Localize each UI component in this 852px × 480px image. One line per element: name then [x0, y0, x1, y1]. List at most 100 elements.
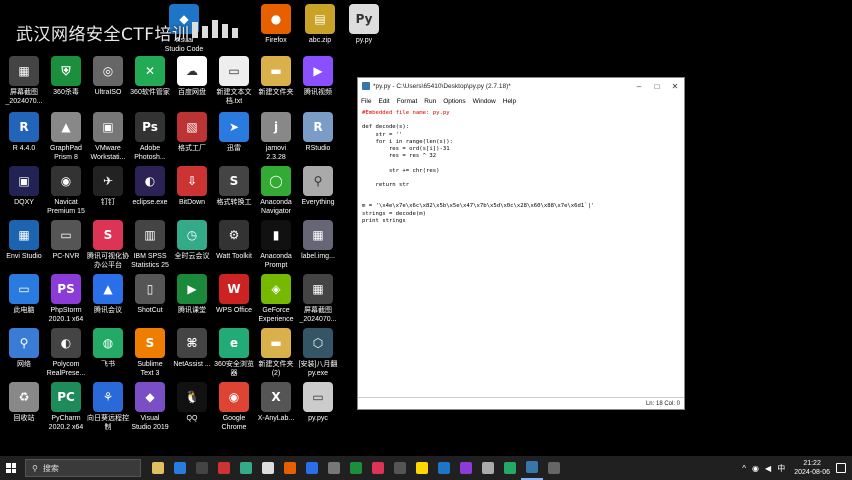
envi-icon: ▦ [9, 220, 39, 250]
desktop-icon-label: py.pyc [308, 415, 328, 422]
desktop-icon[interactable]: Py py.py [342, 4, 386, 45]
clock-time: 21:22 [803, 460, 821, 467]
desktop-icon[interactable]: S Sublime Text 3 [128, 328, 172, 378]
taskbar-app-icon[interactable] [499, 456, 521, 480]
window-titlebar[interactable]: *py.py - C:\Users\65410\Desktop\py.py (2… [358, 78, 684, 94]
desktop-icon[interactable]: ◉ Navicat Premium 15 [44, 166, 88, 216]
anaconda-prompt-icon: ▮ [261, 220, 291, 250]
volume-icon[interactable]: ◀ [765, 464, 771, 473]
desktop-icon[interactable]: ▤ abc.zip [298, 4, 342, 45]
screenshot2-icon: ▦ [303, 274, 333, 304]
chevron-up-icon[interactable]: ^ [742, 464, 746, 473]
maximize-button[interactable]: □ [648, 82, 666, 91]
watermark-text: 武汉网络安全CTF培训 [16, 25, 190, 45]
photoshop-icon: Ps [135, 112, 165, 142]
jamovi-icon: j [261, 112, 291, 142]
start-button[interactable] [0, 456, 22, 480]
taskbar-app-icon[interactable] [345, 456, 367, 480]
desktop-icon[interactable]: ◆ Visual Studio 2019 [128, 382, 172, 432]
menu-item-edit[interactable]: Edit [378, 98, 389, 105]
labelimg-icon: ▦ [303, 220, 333, 250]
pycharm-icon: PC [51, 382, 81, 412]
code-line: def decode(s): [362, 124, 410, 131]
taskbar-app-icon[interactable] [279, 456, 301, 480]
desktop-icon[interactable]: ▦ 屏幕截图 _2024070... [296, 274, 340, 324]
taskbar-app-icon[interactable] [301, 456, 323, 480]
desktop-icon[interactable]: ◐ Polycom RealPrese... [44, 328, 88, 378]
desktop-icon[interactable]: ⚲ Everything [296, 166, 340, 207]
this-pc-icon: ▭ [9, 274, 39, 304]
desktop-icon[interactable]: ⬡ [安装]八月翻 py.exe [296, 328, 340, 378]
converter-icon: S [219, 166, 249, 196]
desktop-icon[interactable]: ◯ Anaconda Navigator [254, 166, 298, 216]
desktop-icon[interactable]: ▥ IBM SPSS Statistics 25 [128, 220, 172, 270]
notification-icon[interactable] [836, 463, 846, 473]
everything-icon: ⚲ [303, 166, 333, 196]
desktop-icon[interactable]: ▦ 屏幕截图 _2024070... [2, 56, 46, 106]
taskbar-app-icon[interactable] [235, 456, 257, 480]
desktop-icon[interactable]: ▭ py.pyc [296, 382, 340, 423]
desktop-icon-label: 腾讯视频 [304, 89, 332, 96]
code-line: #Embedded file name: py.py [362, 110, 450, 116]
desktop-icon-label: RStudio [305, 145, 331, 152]
360-software-icon: ✕ [135, 56, 165, 86]
taskbar-app-icon[interactable] [389, 456, 411, 480]
clock[interactable]: 21:22 2024-08-06 [794, 459, 830, 477]
desktop-icon[interactable]: j jamovi 2.3.28 [254, 112, 298, 162]
phpstorm-icon: PS [51, 274, 81, 304]
minimize-button[interactable]: – [630, 82, 648, 91]
taskbar-app-icon[interactable] [323, 456, 345, 480]
menu-item-run[interactable]: Run [424, 98, 436, 105]
taskbar-app-icon[interactable] [411, 456, 433, 480]
pyc-file-icon: ▭ [303, 382, 333, 412]
network-tray-icon[interactable]: ◉ [752, 464, 759, 473]
code-editor[interactable]: #Embedded file name: py.py def decode(s):… [358, 108, 684, 397]
system-tray: ^ ◉ ◀ 中 21:22 2024-08-06 [739, 459, 852, 477]
menu-item-format[interactable]: Format [397, 98, 418, 105]
chrome-icon: ◉ [219, 382, 249, 412]
taskbar-app-icon[interactable] [213, 456, 235, 480]
desktop-icon[interactable]: ● Firefox [254, 4, 298, 45]
desktop-icon-label: py.py [355, 37, 373, 44]
cursor-position: Ln: 18 Col: 0 [645, 400, 680, 407]
menu-item-file[interactable]: File [361, 98, 371, 105]
menu-item-window[interactable]: Window [473, 98, 496, 105]
taskbar-app-icon[interactable] [543, 456, 565, 480]
desktop-icon[interactable]: ▶ 腾讯视频 [296, 56, 340, 97]
desktop-icon[interactable]: R RStudio [296, 112, 340, 153]
desktop-icon[interactable]: ▭ 新建文本文 档.txt [212, 56, 256, 106]
ime-icon[interactable]: 中 [777, 463, 785, 474]
taskbar-app-icon[interactable] [477, 456, 499, 480]
idle-editor-window[interactable]: *py.py - C:\Users\65410\Desktop\py.py (2… [357, 77, 685, 410]
desktop-icon[interactable]: ▦ label.img... [296, 220, 340, 261]
taskbar-app-icon[interactable] [433, 456, 455, 480]
desktop-icon[interactable]: Ps Adobe Photosh... [128, 112, 172, 162]
taskbar-app-icon[interactable] [147, 456, 169, 480]
taskbar-app-icon[interactable] [257, 456, 279, 480]
taskbar-app-icon[interactable] [455, 456, 477, 480]
taskbar-app-icon[interactable] [521, 456, 543, 480]
close-button[interactable]: ✕ [666, 82, 684, 91]
taskbar-apps [147, 456, 565, 480]
desktop-icon[interactable]: ◉ Google Chrome [212, 382, 256, 432]
taskbar-app-icon[interactable] [169, 456, 191, 480]
exe-icon: ⬡ [303, 328, 333, 358]
tencent-class-icon: ▶ [177, 274, 207, 304]
desktop-icon[interactable]: ▮ Anaconda Prompt [254, 220, 298, 270]
menu-item-options[interactable]: Options [443, 98, 465, 105]
menu-item-help[interactable]: Help [503, 98, 516, 105]
taskbar-app-icon[interactable] [367, 456, 389, 480]
pc-nvr-icon: ▭ [51, 220, 81, 250]
search-icon: ⚲ [32, 463, 38, 473]
vmware-icon: ▣ [93, 112, 123, 142]
desktop-icon[interactable]: PS PhpStorm 2020.1 x64 [44, 274, 88, 324]
python-icon [362, 82, 370, 90]
code-line: str += chr(res) [362, 167, 440, 174]
visual-studio-icon: ◆ [135, 382, 165, 412]
taskbar-app-icon[interactable] [191, 456, 213, 480]
python-file-icon: Py [349, 4, 379, 34]
search-box[interactable]: ⚲ 搜索 [25, 459, 141, 477]
